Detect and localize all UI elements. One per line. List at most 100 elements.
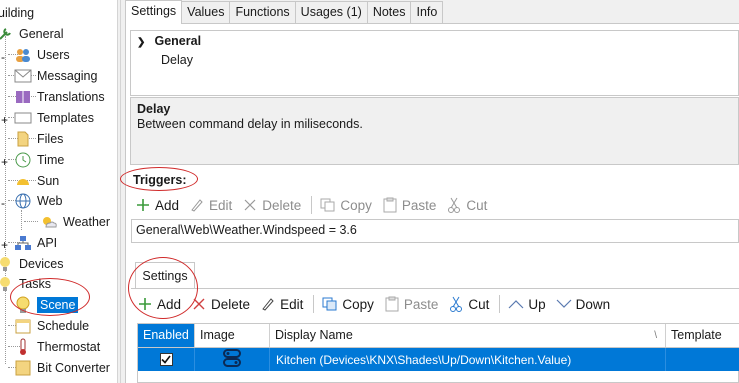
settings-delete-button[interactable]: Delete bbox=[191, 296, 250, 312]
trigger-list[interactable]: General\Web\Weather.Windspeed = 3.6 bbox=[131, 219, 739, 243]
tab-notes[interactable]: Notes bbox=[366, 1, 412, 23]
wrench-icon bbox=[0, 25, 14, 43]
tree-item-label: General bbox=[19, 26, 64, 41]
tab-settings-sub[interactable]: Settings bbox=[135, 262, 195, 288]
cell-display-name[interactable]: Kitchen (Devices\KNX\Shades\Up/Down\Kitc… bbox=[270, 348, 666, 371]
tree-item-templates[interactable]: Templates bbox=[14, 107, 94, 128]
tree-item-tasks[interactable]: Tasks bbox=[0, 273, 51, 294]
tree-item-label: Templates bbox=[37, 110, 94, 125]
button-label: Edit bbox=[280, 296, 304, 312]
pencil-icon bbox=[189, 197, 205, 213]
tree-guide-line bbox=[24, 221, 38, 222]
trigger-item[interactable]: General\Web\Weather.Windspeed = 3.6 bbox=[136, 223, 357, 237]
plus-icon bbox=[135, 197, 151, 213]
button-label: Down bbox=[575, 296, 611, 312]
enabled-checkbox[interactable] bbox=[159, 353, 173, 366]
tab-values[interactable]: Values bbox=[181, 1, 231, 23]
tab-usages[interactable]: Usages (1) bbox=[294, 1, 368, 23]
column-header-enabled[interactable]: Enabled bbox=[138, 324, 195, 347]
sort-indicator-icon: \ bbox=[654, 330, 657, 341]
tab-functions[interactable]: Functions bbox=[229, 1, 296, 23]
button-label: Paste bbox=[401, 197, 437, 213]
expand-toggle[interactable]: - bbox=[1, 50, 5, 64]
settings-copy-button[interactable]: Copy bbox=[322, 296, 374, 312]
button-label: Up bbox=[528, 296, 546, 312]
category-label: General bbox=[154, 34, 202, 48]
triggers-paste-button[interactable]: Paste bbox=[382, 197, 437, 213]
tree-item-schedule[interactable]: Schedule bbox=[14, 315, 89, 336]
settings-grid[interactable]: Enabled Image Display Name \ Template Ki… bbox=[137, 323, 739, 383]
triggers-toolbar: Add Edit Delete Copy Paste Cut bbox=[135, 193, 497, 217]
tree-item-label: uilding bbox=[0, 5, 35, 20]
sun-icon bbox=[14, 172, 32, 190]
tree-item-users[interactable]: Users bbox=[14, 44, 70, 65]
shades-icon bbox=[221, 349, 243, 370]
cell-template[interactable] bbox=[666, 348, 739, 371]
paste-icon bbox=[382, 197, 398, 213]
expand-toggle[interactable]: + bbox=[1, 238, 8, 252]
tree-item-api[interactable]: API bbox=[14, 232, 57, 253]
tab-info[interactable]: Info bbox=[410, 1, 444, 23]
chevron-down-icon[interactable]: ❯ bbox=[137, 37, 151, 48]
tree-item-label: Users bbox=[37, 47, 70, 62]
button-label: Cut bbox=[466, 197, 488, 213]
triggers-copy-button[interactable]: Copy bbox=[320, 197, 372, 213]
triggers-edit-button[interactable]: Edit bbox=[189, 197, 232, 213]
settings-up-button[interactable]: Up bbox=[508, 296, 546, 312]
settings-down-button[interactable]: Down bbox=[556, 296, 611, 312]
weather-icon bbox=[40, 213, 58, 231]
tree-item-label: Translations bbox=[37, 89, 105, 104]
tree-item-label: Schedule bbox=[37, 318, 90, 333]
tree-item-web[interactable]: Web bbox=[14, 190, 62, 211]
tree-item-files[interactable]: Files bbox=[14, 128, 63, 149]
copy-icon bbox=[320, 197, 336, 213]
tree-item-devices[interactable]: Devices bbox=[0, 253, 63, 274]
scissors-icon bbox=[448, 296, 464, 312]
tree-item-translations[interactable]: Translations bbox=[14, 86, 105, 107]
settings-edit-button[interactable]: Edit bbox=[260, 296, 303, 312]
converter-icon bbox=[14, 359, 32, 377]
triggers-delete-button[interactable]: Delete bbox=[242, 197, 301, 213]
cell-image bbox=[195, 348, 270, 371]
tree-item-label: Weather bbox=[63, 214, 111, 229]
tree-item-messaging[interactable]: Messaging bbox=[14, 65, 97, 86]
column-header-template[interactable]: Template bbox=[666, 324, 739, 347]
folder-icon bbox=[14, 130, 32, 148]
expand-toggle[interactable]: - bbox=[1, 196, 5, 210]
button-label: Cut bbox=[468, 296, 490, 312]
envelope-icon bbox=[14, 67, 32, 85]
column-header-label: Display Name bbox=[275, 328, 353, 342]
column-header-image[interactable]: Image bbox=[195, 324, 270, 347]
expand-toggle[interactable]: + bbox=[1, 113, 8, 127]
tree-item-scene[interactable]: Scene bbox=[14, 294, 79, 315]
settings-add-button[interactable]: Add bbox=[137, 296, 181, 312]
tree-item-label: Web bbox=[37, 193, 63, 208]
project-tree[interactable]: uilding General Users - Messaging Transl… bbox=[0, 0, 117, 383]
tab-settings[interactable]: Settings bbox=[125, 0, 183, 24]
tree-item-bit-converter[interactable]: Bit Converter bbox=[14, 357, 110, 378]
tree-item-label: Messaging bbox=[37, 68, 98, 83]
api-icon bbox=[14, 234, 32, 252]
tree-item-general[interactable]: General bbox=[0, 23, 63, 44]
tree-item-label: Files bbox=[37, 131, 64, 146]
table-row[interactable]: Kitchen (Devices\KNX\Shades\Up/Down\Kitc… bbox=[138, 348, 739, 371]
cell-enabled[interactable] bbox=[138, 348, 195, 371]
tree-item-thermostat[interactable]: Thermostat bbox=[14, 336, 100, 357]
triggers-cut-button[interactable]: Cut bbox=[446, 197, 487, 213]
plus-icon bbox=[137, 296, 153, 312]
property-category[interactable]: ❯ General bbox=[137, 34, 201, 48]
property-grid[interactable]: ❯ General Delay bbox=[130, 30, 739, 96]
triggers-add-button[interactable]: Add bbox=[135, 197, 179, 213]
button-label: Add bbox=[155, 197, 180, 213]
tree-item-time[interactable]: Time bbox=[14, 149, 64, 170]
settings-paste-button[interactable]: Paste bbox=[384, 296, 438, 312]
expand-toggle[interactable]: + bbox=[1, 155, 8, 169]
triggers-label: Triggers: bbox=[133, 173, 187, 187]
settings-cut-button[interactable]: Cut bbox=[448, 296, 489, 312]
tree-item-building[interactable]: uilding bbox=[0, 2, 34, 23]
column-header-display-name[interactable]: Display Name \ bbox=[270, 324, 666, 347]
tree-item-sun[interactable]: Sun bbox=[14, 170, 59, 191]
button-label: Delete bbox=[211, 296, 251, 312]
tree-item-weather[interactable]: Weather bbox=[40, 211, 110, 232]
property-delay[interactable]: Delay bbox=[161, 53, 193, 67]
